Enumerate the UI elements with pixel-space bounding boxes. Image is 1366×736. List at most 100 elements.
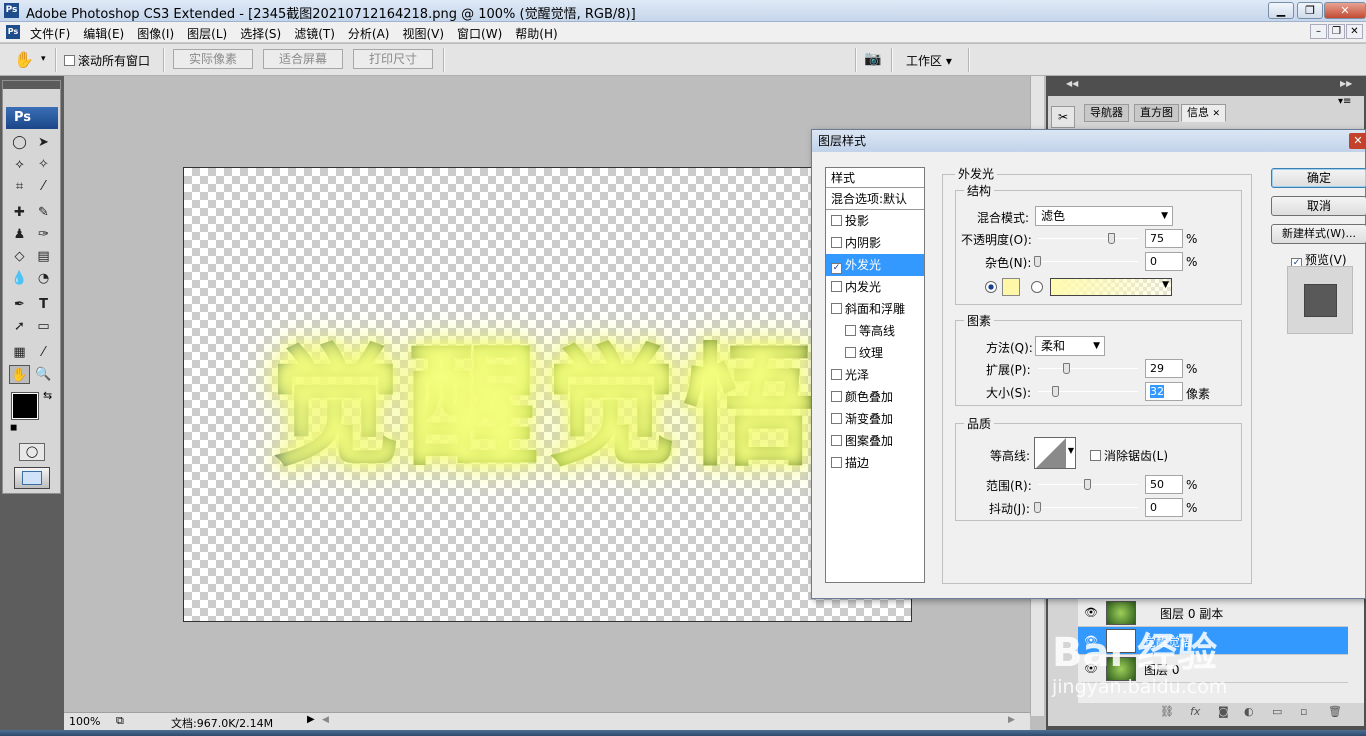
history-brush-tool-icon[interactable]: ✑	[33, 225, 54, 244]
swap-colors-icon[interactable]: ⇆	[43, 389, 52, 402]
gradient-radio[interactable]	[1031, 281, 1043, 293]
style-item[interactable]: 内阴影	[826, 232, 924, 254]
noise-input[interactable]: 0	[1145, 252, 1183, 271]
scroll-all-windows-checkbox[interactable]: 滚动所有窗口	[64, 52, 150, 69]
hscroll-right-icon[interactable]: ▶	[1008, 715, 1015, 725]
checkbox-icon[interactable]	[831, 215, 842, 226]
menu-view[interactable]: 视图(V)	[402, 25, 444, 42]
bridge-icon[interactable]: 📷	[864, 51, 881, 67]
menu-window[interactable]: 窗口(W)	[457, 25, 502, 42]
checkbox-icon[interactable]: ✓	[831, 263, 842, 274]
style-item[interactable]: 颜色叠加	[826, 386, 924, 408]
checkbox-icon[interactable]	[845, 325, 856, 336]
checkbox-icon[interactable]	[831, 391, 842, 402]
screen-mode-button[interactable]	[14, 467, 50, 489]
style-item[interactable]: 光泽	[826, 364, 924, 386]
checkbox-icon[interactable]	[845, 347, 856, 358]
cancel-button[interactable]: 取消	[1271, 196, 1366, 216]
move-tool-icon[interactable]: ➤	[33, 133, 54, 152]
hscroll-left-icon[interactable]: ◀	[322, 715, 329, 725]
maximize-button[interactable]: ❐	[1297, 2, 1323, 19]
status-icon[interactable]: ⧉	[116, 714, 124, 728]
add-mask-icon[interactable]: ◙	[1218, 705, 1229, 718]
dodge-tool-icon[interactable]: ◔	[33, 269, 54, 288]
doc-close-button[interactable]: ✕	[1346, 24, 1363, 39]
new-layer-icon[interactable]: ▫	[1300, 705, 1307, 718]
zoom-tool-icon[interactable]: 🔍	[33, 365, 54, 384]
checkbox-icon[interactable]	[831, 435, 842, 446]
pen-tool-icon[interactable]: ✒	[9, 295, 30, 314]
menu-help[interactable]: 帮助(H)	[515, 25, 557, 42]
fit-screen-button[interactable]: 适合屏幕	[263, 49, 343, 69]
doc-restore-button[interactable]: ❐	[1328, 24, 1345, 39]
link-layers-icon[interactable]: ⛓	[1160, 705, 1174, 718]
checkbox-icon[interactable]	[831, 281, 842, 292]
spread-input[interactable]: 29	[1145, 359, 1183, 378]
expand-panel-icon[interactable]: ▶▶	[1340, 79, 1352, 88]
hand-tool-icon[interactable]: ✋	[14, 50, 34, 69]
checkbox-icon[interactable]	[831, 237, 842, 248]
noise-slider-handle[interactable]	[1034, 256, 1041, 267]
marquee-tool-icon[interactable]: ◯	[9, 133, 30, 152]
style-list-header[interactable]: 样式	[826, 168, 924, 188]
trash-icon[interactable]: 🗑	[1328, 705, 1342, 718]
menu-image[interactable]: 图像(I)	[137, 25, 174, 42]
close-window-button[interactable]: ✕	[1324, 2, 1366, 19]
document-menu-icon[interactable]: Ps	[6, 25, 20, 39]
default-colors-icon[interactable]: ◼	[10, 423, 17, 433]
new-group-icon[interactable]: ▭	[1272, 705, 1282, 718]
opacity-slider-track[interactable]	[1038, 238, 1138, 239]
slice-tool-icon[interactable]: ⁄	[33, 177, 54, 196]
style-item[interactable]: 纹理	[826, 342, 924, 364]
shape-tool-icon[interactable]: ▭	[33, 317, 54, 336]
opacity-input[interactable]: 75	[1145, 229, 1183, 248]
actual-pixels-button[interactable]: 实际像素	[173, 49, 253, 69]
zoom-level[interactable]: 100%	[69, 715, 100, 728]
blend-options-item[interactable]: 混合选项:默认	[826, 188, 924, 210]
path-selection-tool-icon[interactable]: ➚	[9, 317, 30, 336]
notes-tool-icon[interactable]: ▦	[9, 343, 30, 362]
checkbox-icon[interactable]	[831, 303, 842, 314]
menu-file[interactable]: 文件(F)	[30, 25, 70, 42]
menu-layer[interactable]: 图层(L)	[187, 25, 227, 42]
jitter-slider-handle[interactable]	[1034, 502, 1041, 513]
eyedropper-tool-icon[interactable]: ⁄	[33, 343, 54, 362]
tab-info[interactable]: 信息 ✕	[1181, 104, 1227, 122]
print-size-button[interactable]: 打印尺寸	[353, 49, 433, 69]
solid-color-radio[interactable]	[985, 281, 997, 293]
gradient-picker[interactable]: ▼	[1050, 278, 1172, 296]
doc-minimize-button[interactable]: –	[1310, 24, 1327, 39]
spread-slider-handle[interactable]	[1063, 363, 1070, 374]
tools-panel-icon[interactable]: ✂	[1051, 106, 1075, 128]
checkbox-icon[interactable]	[831, 413, 842, 424]
style-item[interactable]: 等高线	[826, 320, 924, 342]
glow-color-swatch[interactable]	[1002, 278, 1020, 296]
range-input[interactable]: 50	[1145, 475, 1183, 494]
menu-edit[interactable]: 编辑(E)	[83, 25, 124, 42]
style-item[interactable]: 投影	[826, 210, 924, 232]
eraser-tool-icon[interactable]: ◇	[9, 247, 30, 266]
menu-select[interactable]: 选择(S)	[240, 25, 281, 42]
tool-preset-dropdown-icon[interactable]: ▾	[41, 54, 46, 64]
dialog-close-icon[interactable]: ✕	[1349, 133, 1366, 149]
antialias-checkbox[interactable]: 消除锯齿(L)	[1090, 447, 1168, 464]
collapse-panel-icon[interactable]: ◀◀	[1066, 79, 1078, 88]
adjustment-layer-icon[interactable]: ◐	[1244, 705, 1254, 718]
gradient-tool-icon[interactable]: ▤	[33, 247, 54, 266]
fx-icon[interactable]: fx	[1190, 705, 1200, 718]
tab-navigator[interactable]: 导航器	[1084, 104, 1129, 122]
magic-wand-tool-icon[interactable]: ✧	[33, 155, 54, 174]
jitter-slider-track[interactable]	[1038, 507, 1138, 508]
tab-close-icon[interactable]: ✕	[1213, 109, 1221, 119]
brush-tool-icon[interactable]: ✎	[33, 203, 54, 222]
noise-slider-track[interactable]	[1038, 261, 1138, 262]
workspace-menu[interactable]: 工作区 ▾	[906, 52, 952, 69]
opacity-slider-handle[interactable]	[1108, 233, 1115, 244]
lasso-tool-icon[interactable]: ⟡	[9, 155, 30, 174]
blur-tool-icon[interactable]: 💧	[9, 269, 30, 288]
ok-button[interactable]: 确定	[1271, 168, 1366, 188]
style-item[interactable]: 图案叠加	[826, 430, 924, 452]
toolbox-logo[interactable]: Ps	[6, 107, 58, 129]
document-canvas[interactable]: 觉醒觉悟	[183, 167, 912, 622]
style-item[interactable]: 渐变叠加	[826, 408, 924, 430]
